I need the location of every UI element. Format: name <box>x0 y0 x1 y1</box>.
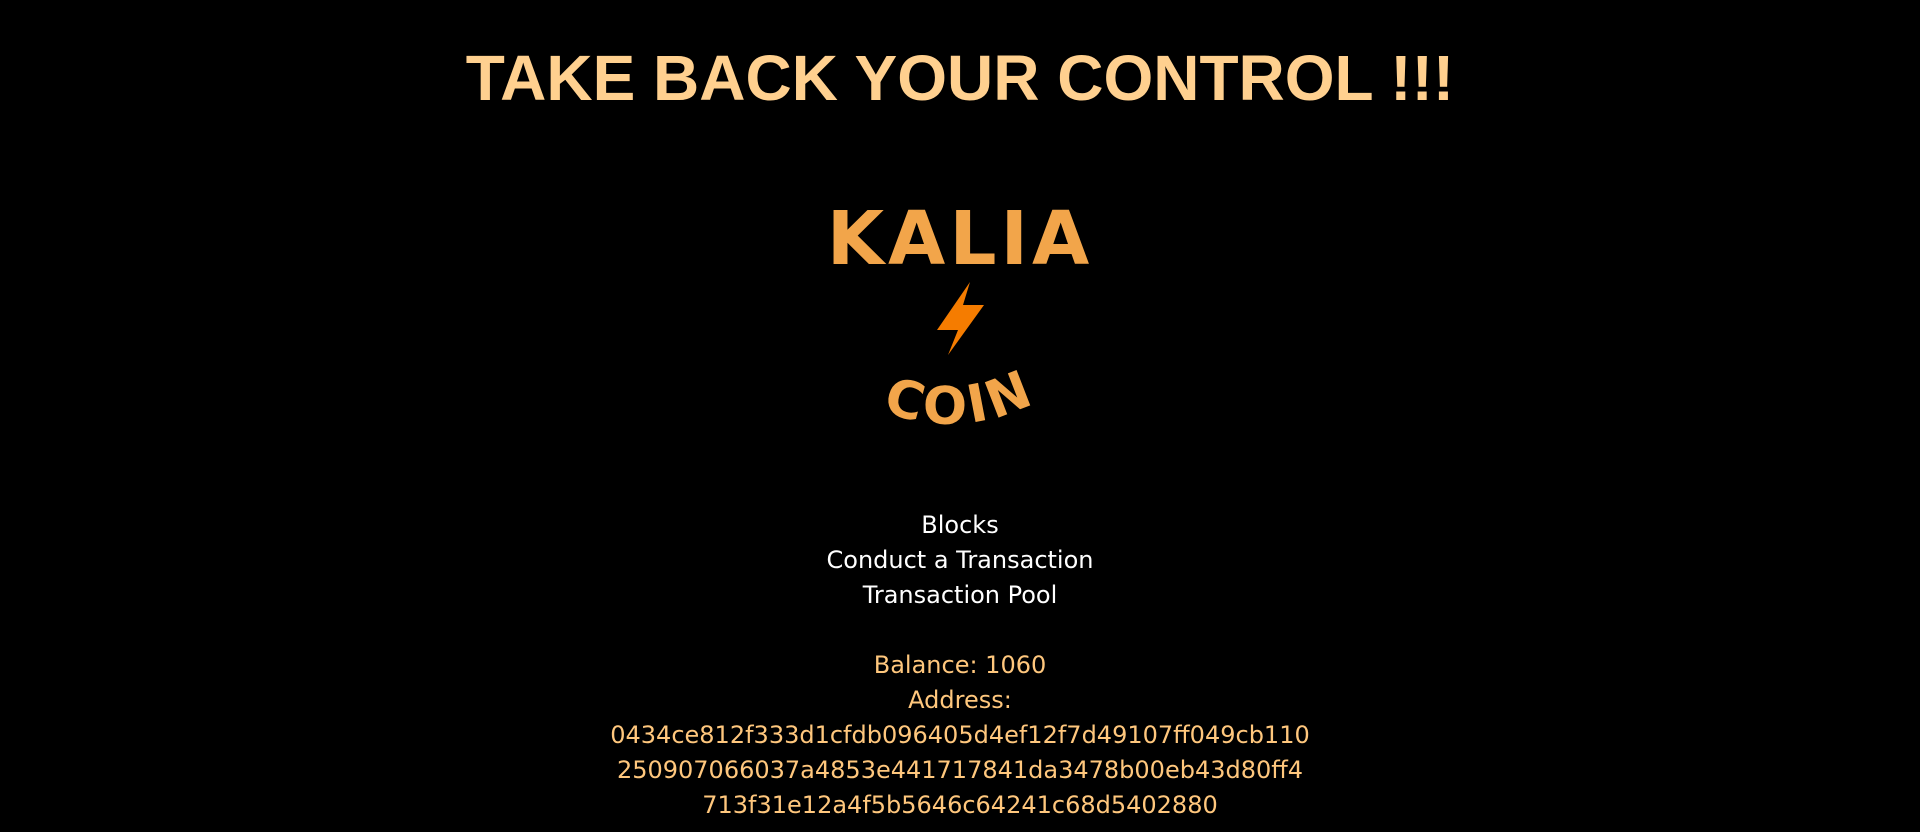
page-title: TAKE BACK YOUR CONTROL !!! <box>465 42 1455 114</box>
lightning-bolt-icon <box>937 282 984 355</box>
balance-text: Balance: 1060 <box>873 651 1047 679</box>
logo-bottom-text: COIN <box>878 358 1043 437</box>
address-label: Address: <box>908 686 1012 714</box>
kalia-coin-logo: KALIA COIN <box>800 190 1120 440</box>
main-navigation: Blocks Conduct a Transaction Transaction… <box>0 508 1920 613</box>
logo-top-text: KALIA <box>827 196 1094 282</box>
address-line: 250907066037a4853e441717841da3478b00eb43… <box>616 756 1304 784</box>
wallet-info: Balance: 1060 Address: 0434ce812f333d1cf… <box>0 648 1920 823</box>
nav-link-blocks[interactable]: Blocks <box>0 508 1920 543</box>
nav-link-conduct-transaction[interactable]: Conduct a Transaction <box>0 543 1920 578</box>
logo-bottom-text-path: COIN <box>878 358 1039 437</box>
address-line: 713f31e12a4f5b5646c64241c68d5402880 <box>702 791 1218 819</box>
nav-link-transaction-pool[interactable]: Transaction Pool <box>0 578 1920 613</box>
address-line: 0434ce812f333d1cfdb096405d4ef12f7d49107f… <box>610 721 1310 749</box>
